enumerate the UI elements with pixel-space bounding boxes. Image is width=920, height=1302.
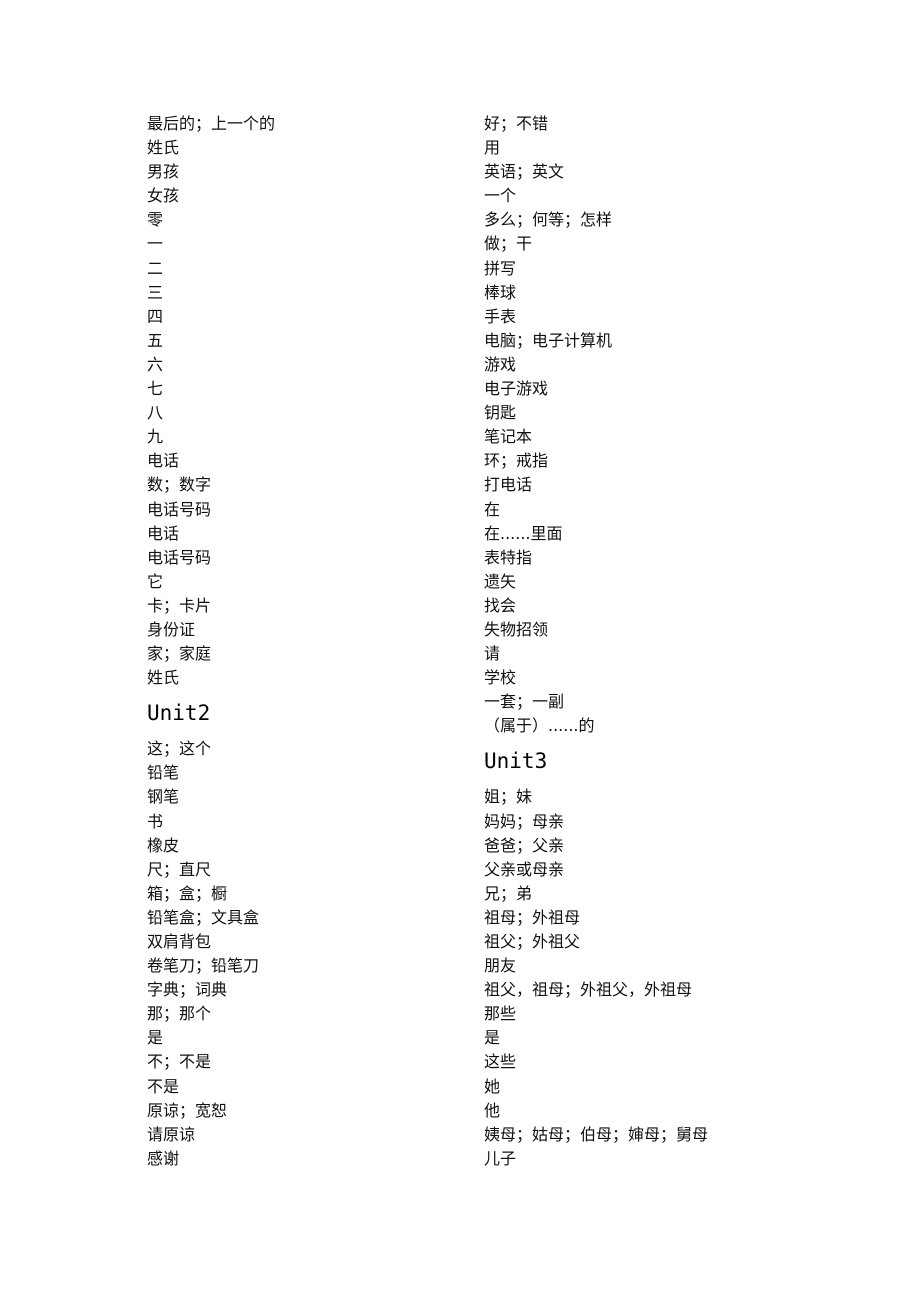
vocabulary-entry: 用 — [484, 138, 501, 158]
vocabulary-entry: 钢笔 — [147, 787, 180, 807]
vocabulary-entry: 在 — [484, 499, 501, 519]
vocabulary-entry: 好；不错 — [484, 114, 549, 133]
vocabulary-entry: 男孩 — [147, 162, 180, 182]
unit2-continued-word-list: 好；不错用英语；英文一个多么；何等；怎样 做；干拼写棒球手表电脑；电子计算机 游戏电… — [484, 112, 804, 738]
vocabulary-entry: 数；数字 — [147, 475, 212, 495]
unit1-word-list: 最后的；上一个的 姓氏 男孩 女孩零一二三四五六七八九电话 数；数字 电话号码 电话 电话号码… — [147, 112, 467, 690]
vocabulary-entry: 儿子 — [484, 1148, 517, 1168]
vocabulary-entry: 妈妈；母亲 — [484, 811, 565, 831]
vocabulary-entry: 打电话 — [484, 475, 533, 495]
vocabulary-entry: 姓氏 — [147, 138, 180, 158]
vocabulary-entry: 在......里面 — [484, 523, 563, 543]
left-column: 最后的；上一个的 姓氏 男孩 女孩零一二三四五六七八九电话 数；数字 电话号码 电话 电话号码… — [147, 112, 467, 1171]
vocabulary-entry: 祖父；外祖父 — [484, 932, 581, 951]
vocabulary-entry: 尺；直尺 — [147, 859, 212, 879]
right-column: 好；不错用英语；英文一个多么；何等；怎样 做；干拼写棒球手表电脑；电子计算机 游戏电… — [484, 112, 804, 1171]
vocabulary-entry: 七 — [147, 379, 164, 399]
vocabulary-entry: 电话 — [147, 451, 180, 471]
vocabulary-entry: 她 — [484, 1076, 501, 1096]
vocabulary-entry: 铅笔 — [147, 763, 180, 783]
vocabulary-entry: 它 — [147, 571, 164, 591]
vocabulary-entry: 父亲或母亲 — [484, 859, 565, 879]
vocabulary-entry: 手表 — [484, 306, 517, 326]
vocabulary-entry: 棒球 — [484, 282, 517, 302]
vocabulary-entry: 拼写 — [484, 258, 517, 278]
vocabulary-entry: 找会 — [484, 595, 517, 615]
vocabulary-entry: 环；戒指 — [484, 451, 549, 471]
vocabulary-entry: 钥匙 — [484, 403, 517, 423]
vocabulary-entry: 双肩背包 — [147, 932, 212, 951]
vocabulary-entry: 八 — [147, 403, 164, 423]
vocabulary-entry: 多么；何等；怎样 — [484, 210, 613, 230]
vocabulary-entry: 铅笔盒；文具盒 — [147, 907, 260, 927]
vocabulary-entry: 表特指 — [484, 547, 533, 567]
vocabulary-entry: 身份证 — [147, 619, 196, 639]
vocabulary-entry: 感谢 — [147, 1148, 180, 1168]
unit2-heading: Unit2 — [147, 701, 211, 726]
vocabulary-entry: 家；家庭 — [147, 644, 212, 664]
vocabulary-entry: 六 — [147, 354, 164, 374]
vocabulary-entry: 箱；盒；橱 — [147, 883, 228, 903]
vocabulary-entry: 祖母；外祖母 — [484, 907, 581, 927]
vocabulary-entry: 电话号码 — [147, 547, 212, 567]
vocabulary-entry: 姐；妹 — [484, 787, 533, 807]
vocabulary-entry: 那；那个 — [147, 1004, 212, 1024]
vocabulary-entry: 卷笔刀；铅笔刀 — [147, 956, 260, 976]
vocabulary-entry: 请 — [484, 644, 501, 664]
vocabulary-entry: 最后的；上一个的 — [147, 114, 276, 133]
vocabulary-entry: （属于）......的 — [484, 716, 595, 736]
unit3-word-list: 姐；妹妈妈；母亲爸爸；父亲父亲或母亲兄；弟祖母；外祖母 祖父；外祖父 朋友祖父，祖母… — [484, 785, 804, 1171]
vocabulary-entry: 三 — [147, 282, 164, 302]
vocabulary-entry: 学校 — [484, 668, 517, 688]
vocabulary-entry: 这；这个 — [147, 739, 212, 759]
vocabulary-entry: 那些 — [484, 1004, 517, 1024]
vocabulary-entry: 橡皮 — [147, 835, 180, 855]
vocabulary-entry: 祖父，祖母；外祖父，外祖母 — [484, 980, 693, 1000]
vocabulary-entry: 电话 — [147, 523, 180, 543]
vocabulary-entry: 请原谅 — [147, 1124, 196, 1144]
vocabulary-entry: 电话号码 — [147, 499, 212, 519]
vocabulary-entry: 一个 — [484, 186, 517, 206]
vocabulary-entry: 做；干 — [484, 234, 533, 254]
vocabulary-entry: 女孩 — [147, 186, 180, 206]
vocabulary-entry: 朋友 — [484, 956, 517, 976]
vocabulary-entry: 电脑；电子计算机 — [484, 330, 613, 350]
vocabulary-entry: 卡；卡片 — [147, 595, 212, 615]
vocabulary-entry: 一 — [147, 234, 164, 254]
vocabulary-entry: 书 — [147, 811, 164, 831]
vocabulary-entry: 兄；弟 — [484, 883, 533, 903]
vocabulary-entry: 二 — [147, 258, 164, 278]
vocabulary-entry: 这些 — [484, 1052, 517, 1072]
vocabulary-entry: 是 — [147, 1028, 164, 1048]
vocabulary-entry: 他 — [484, 1100, 501, 1120]
vocabulary-entry: 四 — [147, 306, 164, 326]
vocabulary-entry: 游戏 — [484, 354, 517, 374]
vocabulary-entry: 零 — [147, 210, 164, 230]
vocabulary-entry: 不是 — [147, 1076, 180, 1096]
vocabulary-entry: 姨母；姑母；伯母；婶母；舅母 — [484, 1124, 709, 1144]
vocabulary-entry: 遗矢 — [484, 571, 517, 591]
vocabulary-entry: 不；不是 — [147, 1052, 212, 1072]
unit2-word-list: 这；这个铅笔钢笔书橡皮尺；直尺箱；盒；橱铅笔盒；文具盒 双肩背包卷笔刀；铅笔刀 字典… — [147, 737, 467, 1171]
vocabulary-entry: 是 — [484, 1028, 501, 1048]
vocabulary-entry: 失物招领 — [484, 619, 549, 639]
vocabulary-entry: 九 — [147, 427, 164, 447]
vocabulary-entry: 五 — [147, 330, 164, 350]
vocabulary-entry: 爸爸；父亲 — [484, 835, 565, 855]
vocabulary-entry: 原谅；宽恕 — [147, 1100, 228, 1120]
unit3-heading: Unit3 — [484, 749, 548, 774]
vocabulary-entry: 电子游戏 — [484, 379, 549, 399]
vocabulary-entry: 一套；一副 — [484, 692, 565, 712]
vocabulary-entry: 字典；词典 — [147, 980, 228, 1000]
vocabulary-entry: 笔记本 — [484, 427, 533, 447]
vocabulary-entry: 姓氏 — [147, 668, 180, 688]
vocabulary-entry: 英语；英文 — [484, 162, 565, 182]
